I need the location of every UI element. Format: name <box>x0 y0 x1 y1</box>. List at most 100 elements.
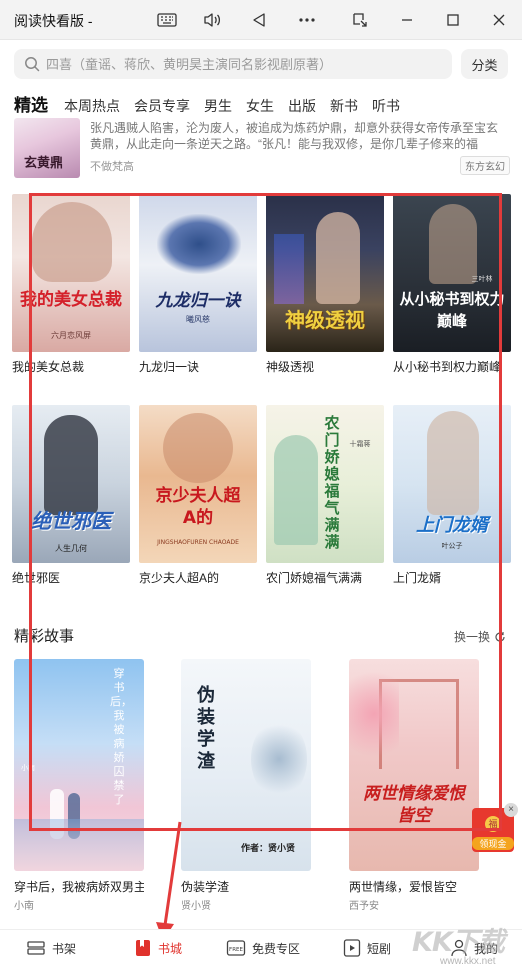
book-card[interactable]: 九龙归一诀 曦风慈 九龙归一诀 <box>139 194 257 375</box>
red-packet-label: 领现金 <box>472 837 514 850</box>
story-author: 小南 <box>14 901 34 912</box>
book-cover-title: 神级透视 <box>285 308 365 332</box>
refresh-label: 换一换 <box>454 630 491 644</box>
book-title: 我的美女总裁 <box>12 360 85 374</box>
search-bar[interactable] <box>14 49 452 79</box>
book-title: 农门娇媳福气满满 <box>266 571 363 585</box>
bookstore-icon <box>136 940 150 956</box>
story-cover: 伪装学渣 作者：贤小贤 <box>181 659 311 871</box>
featured-cover-title: 玄黄鼎 <box>24 156 64 171</box>
story-author: 西予安 <box>349 901 379 912</box>
profile-icon <box>451 939 467 957</box>
book-cover-title: 京少夫人超A的 <box>155 486 241 528</box>
story-cover-title: 穿书后，我被病娇囚禁了 <box>110 667 132 806</box>
book-card[interactable]: 上门龙婿 叶公子 上门龙婿 <box>393 405 511 586</box>
nav-label: 我的 <box>474 941 499 956</box>
story-card[interactable]: 两世情缘爱恨皆空 两世情缘，爱恨皆空 西予安 <box>349 659 479 912</box>
play-icon <box>343 939 361 957</box>
tab-weekly-hot[interactable]: 本周热点 <box>64 96 120 116</box>
book-cover: 九龙归一诀 曦风慈 <box>139 194 257 352</box>
tab-female[interactable]: 女生 <box>246 96 274 116</box>
story-card[interactable]: 伪装学渣 作者：贤小贤 伪装学渣 贤小贤 <box>181 659 311 912</box>
book-title: 上门龙婿 <box>393 571 442 585</box>
book-cover-author: 曦风慈 <box>186 315 210 324</box>
book-cover: 农门娇媳福气满满 十霜蒋 <box>266 405 384 563</box>
nav-label: 短剧 <box>367 941 392 956</box>
book-title: 从小秘书到权力巅峰 <box>393 360 502 374</box>
window-title: 阅读快看版 - <box>14 13 93 29</box>
story-cover-author: 小南 <box>21 764 35 772</box>
book-card[interactable]: 从小秘书到权力巅峰 三叶林 从小秘书到权力巅峰 <box>393 194 511 375</box>
more-icon[interactable] <box>294 8 320 32</box>
story-cover-title: 两世情缘爱恨皆空 <box>363 784 465 826</box>
book-cover-title: 从小秘书到权力巅峰 <box>399 290 505 330</box>
story-cover: 两世情缘爱恨皆空 <box>349 659 479 871</box>
tab-new-books[interactable]: 新书 <box>330 96 358 116</box>
book-cover: 从小秘书到权力巅峰 三叶林 <box>393 194 511 352</box>
maximize-icon[interactable] <box>440 8 466 32</box>
red-packet-close-icon[interactable]: × <box>504 803 518 817</box>
book-card[interactable]: 农门娇媳福气满满 十霜蒋 农门娇媳福气满满 <box>266 405 384 586</box>
nav-free-zone[interactable]: FREE 免费专区 <box>226 938 300 958</box>
book-cover: 京少夫人超A的 JINGSHAOFUREN CHAOADE <box>139 405 257 563</box>
book-title: 京少夫人超A的 <box>139 571 220 585</box>
volume-icon[interactable] <box>200 8 226 32</box>
back-icon[interactable] <box>246 8 272 32</box>
category-button[interactable]: 分类 <box>461 49 508 79</box>
coin-icon: 福 <box>485 816 501 832</box>
minimize-icon[interactable] <box>394 8 420 32</box>
nav-profile[interactable]: 我的 <box>450 938 498 958</box>
story-title: 穿书后，我被病娇双男主囚... <box>14 880 144 894</box>
screen-icon[interactable] <box>347 8 373 32</box>
channel-tabs: 精选 本周热点 会员专享 男生 女生 出版 新书 听书 <box>14 92 414 116</box>
featured-description: 张凡遇贼人陷害，沦为废人，被追成为炼药炉鼎，却意外获得女帝传承至宝玄黄鼎，从此走… <box>90 121 499 151</box>
book-cover: 我的美女总裁 六月恋风屏 <box>12 194 130 352</box>
close-icon[interactable] <box>486 8 512 32</box>
keyboard-icon[interactable] <box>154 8 180 32</box>
featured-book-cover[interactable]: 玄黄鼎 <box>14 118 80 178</box>
nav-bookstore[interactable]: 书城 <box>134 938 182 958</box>
book-cover-title: 农门娇媳福气满满 <box>324 414 340 551</box>
book-card[interactable]: 我的美女总裁 六月恋风屏 我的美女总裁 <box>12 194 130 375</box>
story-title: 伪装学渣 <box>181 880 230 894</box>
book-title: 神级透视 <box>266 360 315 374</box>
refresh-button[interactable]: 换一换 <box>454 628 506 645</box>
book-cover-author: 人生几何 <box>55 544 87 553</box>
book-cover-author: 三叶林 <box>471 275 493 283</box>
story-card[interactable]: 穿书后，我被病娇囚禁了 小南 穿书后，我被病娇双男主囚... 小南 <box>14 659 144 912</box>
book-cover-author: 十霜蒋 <box>349 440 371 448</box>
bookshelf-icon <box>27 941 45 955</box>
refresh-icon <box>495 631 505 642</box>
title-bar: 阅读快看版 - <box>0 0 522 40</box>
book-cover-author: 叶公子 <box>441 542 463 550</box>
book-cover-title: 九龙归一诀 <box>155 291 241 311</box>
story-author: 贤小贤 <box>181 901 211 912</box>
bottom-navigation: 书架 书城 FREE 免费专区 短剧 我的 <box>0 929 522 969</box>
nav-label: 书城 <box>158 941 183 956</box>
featured-author: 不做梵高 <box>90 161 134 173</box>
tab-male[interactable]: 男生 <box>204 96 232 116</box>
book-cover-author: JINGSHAOFUREN CHAOADE <box>157 539 239 546</box>
tab-audiobooks[interactable]: 听书 <box>372 96 400 116</box>
book-cover-author: 六月恋风屏 <box>51 331 91 340</box>
book-card[interactable]: 神级透视 神级透视 <box>266 194 384 375</box>
book-card[interactable]: 京少夫人超A的 JINGSHAOFUREN CHAOADE 京少夫人超A的 <box>139 405 257 586</box>
book-cover: 神级透视 <box>266 194 384 352</box>
tab-featured[interactable]: 精选 <box>14 91 48 116</box>
story-cover-author: 作者：贤小贤 <box>241 844 296 854</box>
book-cover-title: 上门龙婿 <box>416 515 488 536</box>
featured-genre-tag: 东方玄幻 <box>460 156 510 175</box>
nav-bookshelf[interactable]: 书架 <box>26 938 76 958</box>
search-input[interactable] <box>46 56 436 72</box>
nav-short-drama[interactable]: 短剧 <box>343 938 391 958</box>
story-cover-title: 伪装学渣 <box>197 685 215 772</box>
tab-vip[interactable]: 会员专享 <box>134 96 190 116</box>
tab-publishing[interactable]: 出版 <box>288 96 316 116</box>
story-title: 两世情缘，爱恨皆空 <box>349 880 458 894</box>
story-cover: 穿书后，我被病娇囚禁了 小南 <box>14 659 144 871</box>
free-icon: FREE <box>226 940 246 956</box>
section-title: 精彩故事 <box>14 628 75 645</box>
book-title: 绝世邪医 <box>12 571 61 585</box>
book-card[interactable]: 绝世邪医 人生几何 绝世邪医 <box>12 405 130 586</box>
svg-text:FREE: FREE <box>229 947 243 953</box>
